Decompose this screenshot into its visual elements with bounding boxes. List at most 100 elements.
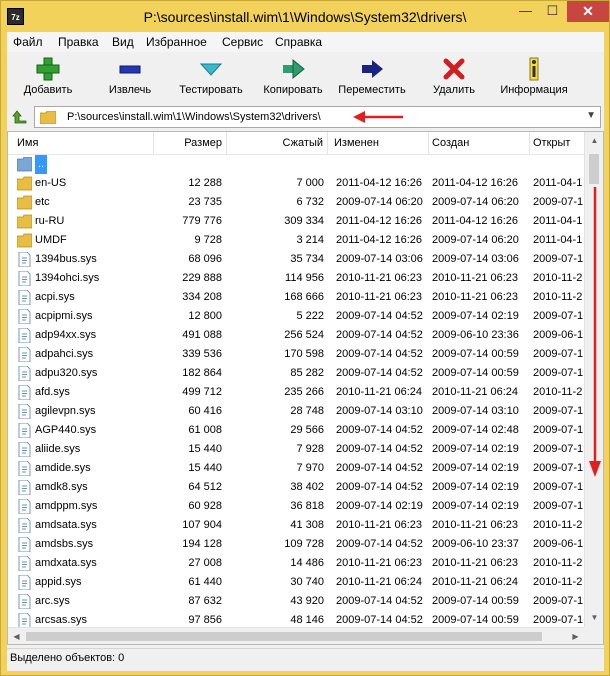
add-button[interactable]: Добавить (10, 55, 86, 101)
file-name: amdsbs.sys (35, 538, 94, 550)
title-bar[interactable]: 7z P:\sources\install.wim\1\Windows\Syst… (1, 1, 609, 32)
extract-button[interactable]: Извлечь (92, 55, 168, 101)
file-modified: 2010-11-21 06:23 (336, 272, 423, 284)
horizontal-scrollbar[interactable]: ◀ ▶ (8, 627, 584, 644)
file-name-cell: amdsata.sys (10, 516, 150, 535)
vertical-scroll-thumb[interactable] (589, 154, 599, 184)
address-input[interactable]: P:\sources\install.wim\1\Windows\System3… (34, 106, 601, 128)
file-name-cell: amdk8.sys (10, 478, 150, 497)
delete-button[interactable]: Удалить (416, 55, 492, 101)
close-button[interactable]: ✕ (567, 1, 609, 22)
column-created[interactable]: Создан (429, 132, 530, 155)
copy-button[interactable]: Копировать (255, 55, 331, 101)
table-row[interactable]: arc.sys 87 632 43 920 2009-07-14 04:52 2009-… (8, 592, 584, 611)
address-dropdown-icon[interactable]: ▼ (586, 110, 596, 121)
file-modified: 2009-07-14 03:06 (336, 253, 423, 265)
file-name: amdxata.sys (35, 557, 97, 569)
table-row[interactable]: etc 23 735 6 732 2009-07-14 06:20 2009-07-14… (8, 193, 584, 212)
table-row[interactable]: acpi.sys 334 208 168 666 2010-11-21 06:23 20… (8, 288, 584, 307)
file-created: 2009-07-14 02:19 (432, 443, 519, 455)
vertical-scrollbar[interactable]: ▲ ▼ (584, 132, 603, 627)
horizontal-scroll-thumb[interactable] (26, 632, 542, 641)
info-button[interactable]: Информация (496, 55, 572, 101)
column-accessed[interactable]: Открыт (530, 132, 584, 155)
file-size: 15 440 (188, 462, 222, 474)
table-row[interactable]: en-US 12 288 7 000 2011-04-12 16:26 2011-04-… (8, 174, 584, 193)
file-accessed: 2010-11-2 (533, 272, 583, 284)
menu-edit[interactable]: Правка (58, 35, 99, 49)
file-packed-size: 114 956 (285, 272, 324, 284)
file-modified: 2009-07-14 04:52 (336, 310, 423, 322)
file-name: appid.sys (35, 576, 82, 588)
table-row[interactable]: acpipmi.sys 12 800 5 222 2009-07-14 04:52 20… (8, 307, 584, 326)
folder-icon (40, 111, 56, 124)
parent-folder-row[interactable]: .. (8, 155, 584, 174)
file-size: 491 088 (182, 329, 222, 341)
column-name[interactable]: Имя (8, 132, 154, 155)
file-size: 60 928 (188, 500, 222, 512)
table-row[interactable]: adpu320.sys 182 864 85 282 2009-07-14 04:52… (8, 364, 584, 383)
system-file-icon (18, 366, 31, 381)
table-row[interactable]: afd.sys 499 712 235 266 2010-11-21 06:24 201… (8, 383, 584, 402)
table-row[interactable]: amdsata.sys 107 904 41 308 2010-11-21 06:23… (8, 516, 584, 535)
file-name-cell: amdxata.sys (10, 554, 150, 573)
file-list[interactable]: Имя Размер Сжатый Изменен Создан Открыт … (7, 131, 604, 645)
client-area: Файл Правка Вид Избранное Сервис Справка… (7, 32, 604, 671)
address-bar: P:\sources\install.wim\1\Windows\System3… (7, 104, 604, 130)
file-created (431, 155, 531, 174)
annotation-arrow-left-icon (353, 111, 403, 123)
table-row[interactable]: amdk8.sys 64 512 38 402 2009-07-14 04:52 200… (8, 478, 584, 497)
table-row[interactable]: amdsbs.sys 194 128 109 728 2009-07-14 04:52… (8, 535, 584, 554)
file-packed-size: 7 970 (296, 462, 324, 474)
table-row[interactable]: agilevpn.sys 60 416 28 748 2009-07-14 03:10… (8, 402, 584, 421)
menu-help[interactable]: Справка (275, 35, 322, 49)
file-size: 499 712 (182, 386, 222, 398)
scroll-right-icon[interactable]: ▶ (567, 628, 584, 644)
menu-tools[interactable]: Сервис (222, 35, 263, 49)
column-size[interactable]: Размер (154, 132, 227, 155)
file-modified: 2010-11-21 06:24 (336, 576, 423, 588)
maximize-button[interactable]: ☐ (539, 1, 566, 22)
file-accessed: 2009-07-1 (533, 443, 584, 455)
menu-file[interactable]: Файл (13, 35, 43, 49)
table-row[interactable]: appid.sys 61 440 30 740 2010-11-21 06:24 201… (8, 573, 584, 592)
table-row[interactable]: aliide.sys 15 440 7 928 2009-07-14 04:52 200… (8, 440, 584, 459)
file-name-cell: adpu320.sys (10, 364, 150, 383)
file-name: UMDF (35, 234, 67, 246)
minimize-button[interactable]: — (512, 1, 539, 22)
file-accessed: 2011-04-1 (533, 215, 583, 227)
scroll-left-icon[interactable]: ◀ (8, 628, 25, 644)
table-row[interactable]: amdxata.sys 27 008 14 486 2010-11-21 06:23 2… (8, 554, 584, 573)
table-row[interactable]: UMDF 9 728 3 214 2011-04-12 16:26 2009-07-14… (8, 231, 584, 250)
file-name: ru-RU (35, 215, 65, 227)
table-row[interactable]: adp94xx.sys 491 088 256 524 2009-07-14 04:5… (8, 326, 584, 345)
table-row[interactable]: ru-RU 779 776 309 334 2011-04-12 16:26 2011-… (8, 212, 584, 231)
scroll-up-icon[interactable]: ▲ (585, 132, 603, 150)
table-row[interactable]: amdide.sys 15 440 7 970 2009-07-14 04:52 200… (8, 459, 584, 478)
file-packed-size: 256 524 (284, 329, 324, 341)
file-created: 2009-07-14 02:48 (432, 424, 519, 436)
file-accessed: 2010-11-2 (533, 557, 583, 569)
scroll-down-icon[interactable]: ▼ (585, 609, 603, 627)
file-size (154, 155, 222, 174)
copy-button-label: Копировать (263, 84, 323, 96)
table-row[interactable]: 1394ohci.sys 229 888 114 956 2010-11-21 06:… (8, 269, 584, 288)
file-name-cell: acpipmi.sys (10, 307, 150, 326)
file-size: 107 904 (182, 519, 222, 531)
table-row[interactable]: AGP440.sys 61 008 29 566 2009-07-14 04:52 20… (8, 421, 584, 440)
table-row[interactable]: amdppm.sys 60 928 36 818 2009-07-14 02:19 20… (8, 497, 584, 516)
file-modified: 2011-04-12 16:26 (336, 215, 423, 227)
system-file-icon (18, 461, 31, 476)
test-button[interactable]: Тестировать (173, 55, 249, 101)
menu-favorites[interactable]: Избранное (146, 35, 207, 49)
menu-view[interactable]: Вид (112, 35, 134, 49)
move-button[interactable]: Переместить (334, 55, 410, 101)
column-packed[interactable]: Сжатый (227, 132, 328, 155)
up-folder-icon[interactable] (11, 108, 29, 126)
table-row[interactable]: adpahci.sys 339 536 170 598 2009-07-14 04:5… (8, 345, 584, 364)
column-modified[interactable]: Изменен (328, 132, 429, 155)
file-name-cell: appid.sys (10, 573, 150, 592)
file-name-cell: adpahci.sys (10, 345, 150, 364)
table-row[interactable]: 1394bus.sys 68 096 35 734 2009-07-14 03:06 2… (8, 250, 584, 269)
file-name: amdppm.sys (35, 500, 98, 512)
